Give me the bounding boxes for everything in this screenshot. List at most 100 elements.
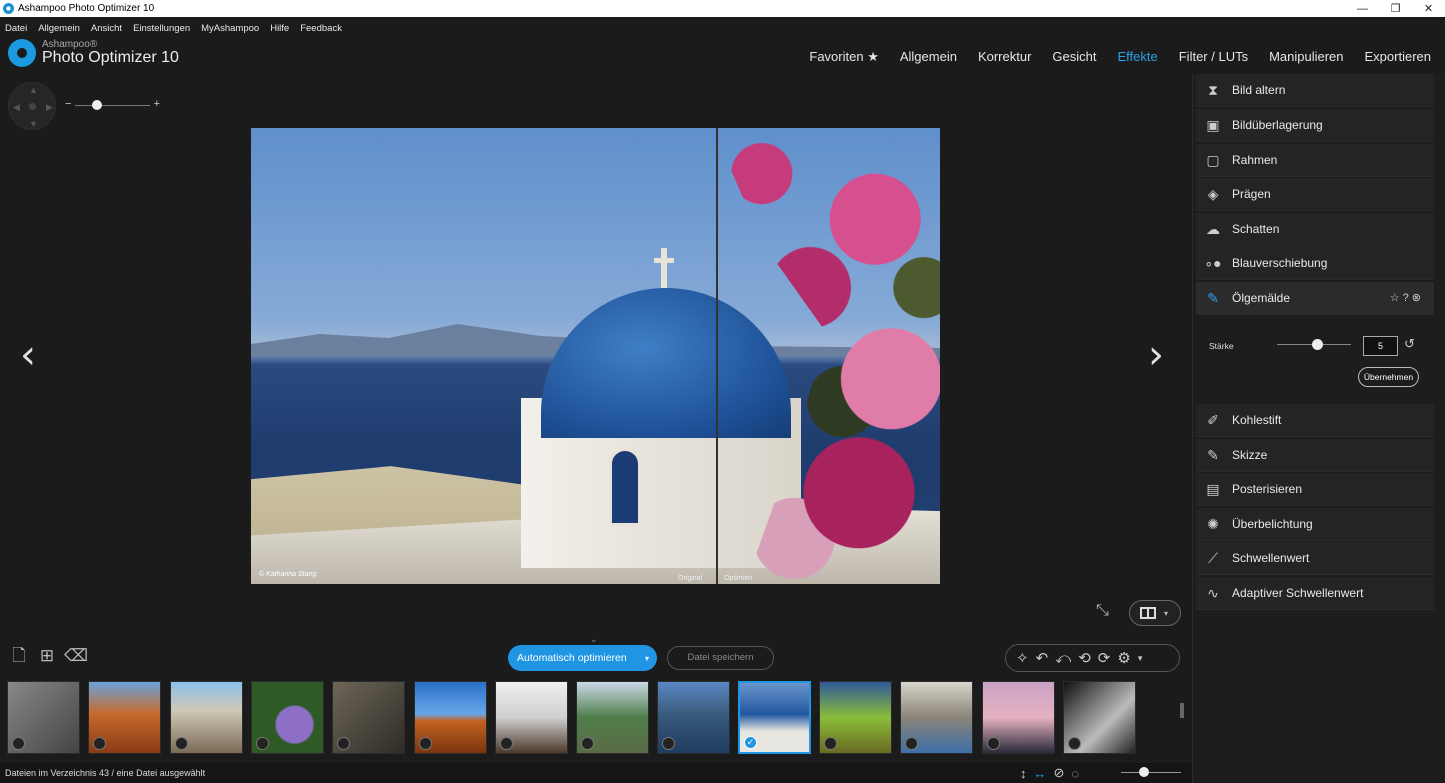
thumbnail[interactable] xyxy=(576,681,649,754)
favorite-star-icon[interactable]: ☆ xyxy=(1390,292,1403,304)
thumbnail[interactable] xyxy=(88,681,161,754)
thumbnail[interactable] xyxy=(1063,681,1136,754)
thumbnail[interactable] xyxy=(819,681,892,754)
thumbnail[interactable] xyxy=(495,681,568,754)
thumbnail[interactable] xyxy=(170,681,243,754)
select-circle-icon[interactable] xyxy=(905,737,918,750)
collapse-filmstrip-icon[interactable]: ⌄ xyxy=(590,634,598,645)
select-circle-icon[interactable] xyxy=(500,737,513,750)
thumbnail-size-slider[interactable] xyxy=(1121,767,1181,777)
shrink-icon[interactable]: ⤡ xyxy=(1096,602,1109,620)
select-circle-icon[interactable] xyxy=(824,737,837,750)
fit-horizontal-icon[interactable]: ↔ xyxy=(1034,766,1047,781)
zoom-out-icon[interactable]: − xyxy=(65,98,71,110)
clear-brush-icon[interactable]: ⌫ xyxy=(64,645,88,667)
select-circle-icon[interactable] xyxy=(256,737,269,750)
select-circle-icon[interactable] xyxy=(93,737,106,750)
strength-input[interactable]: 5 xyxy=(1363,336,1398,356)
menu-myashampoo[interactable]: MyAshampoo xyxy=(201,23,259,34)
menu-einstellungen[interactable]: Einstellungen xyxy=(133,23,190,34)
nav-filter-luts[interactable]: Filter / LUTs xyxy=(1179,49,1248,65)
thumbnail[interactable] xyxy=(251,681,324,754)
rotate-left-icon[interactable]: ⟲ xyxy=(1078,649,1091,667)
effect-ueberbelichtung[interactable]: ✺ Überbelichtung xyxy=(1196,508,1434,541)
nav-allgemein[interactable]: Allgemein xyxy=(900,49,957,65)
check-icon[interactable]: ✓ xyxy=(744,736,757,749)
select-circle-icon[interactable] xyxy=(662,737,675,750)
auto-optimize-button[interactable]: Automatisch optimieren ▾ xyxy=(508,645,657,671)
reset-icon[interactable]: ↺ xyxy=(1404,336,1415,352)
thumbnail-selected[interactable]: ✓ xyxy=(738,681,811,754)
effect-schatten[interactable]: ☁ Schatten xyxy=(1196,213,1434,246)
menu-hilfe[interactable]: Hilfe xyxy=(270,23,289,34)
add-folder-icon[interactable]: ⊞ xyxy=(36,645,58,667)
effect-rahmen[interactable]: ▢ Rahmen xyxy=(1196,144,1434,177)
chevron-down-icon[interactable]: ▾ xyxy=(645,654,649,663)
effect-skizze[interactable]: ✎ Skizze xyxy=(1196,439,1434,472)
restore-button[interactable]: ❐ xyxy=(1379,0,1412,17)
effect-bildueberlagerung[interactable]: ▣ Bildüberlagerung xyxy=(1196,109,1434,142)
nav-favoriten[interactable]: Favoriten ★ xyxy=(809,49,878,65)
effect-oelgemaelde[interactable]: ✎ Ölgemälde ☆?⊗ xyxy=(1196,282,1434,315)
menu-feedback[interactable]: Feedback xyxy=(300,23,342,34)
effect-schwellenwert[interactable]: ⟋ Schwellenwert xyxy=(1196,542,1434,575)
zoom-in-icon[interactable]: + xyxy=(154,98,160,110)
thumbnail[interactable] xyxy=(414,681,487,754)
select-circle-icon[interactable] xyxy=(12,737,25,750)
add-file-icon[interactable]: 🗋 xyxy=(8,645,30,667)
nav-effekte[interactable]: Effekte xyxy=(1118,49,1158,65)
thumbnail[interactable] xyxy=(900,681,973,754)
photo-preview[interactable]: © Katharina Stang Original Optimiert xyxy=(251,128,940,584)
fit-vertical-icon[interactable]: ↕ xyxy=(1020,766,1027,781)
zoom-slider[interactable]: − + xyxy=(65,98,160,112)
nav-manipulieren[interactable]: Manipulieren xyxy=(1269,49,1343,65)
select-circle-icon[interactable] xyxy=(581,737,594,750)
settings-gear-icon[interactable]: ⚙ xyxy=(1117,649,1130,667)
split-view-icon xyxy=(1140,607,1156,619)
effect-adaptiver-schwellenwert[interactable]: ∿ Adaptiver Schwellenwert xyxy=(1196,577,1434,610)
menu-datei[interactable]: Datei xyxy=(5,23,27,34)
nav-gesicht[interactable]: Gesicht xyxy=(1052,49,1096,65)
next-image-icon[interactable]: › xyxy=(1148,335,1172,375)
compare-view-toggle[interactable]: ▾ xyxy=(1129,600,1181,626)
nav-exportieren[interactable]: Exportieren xyxy=(1365,49,1431,65)
compare-divider[interactable] xyxy=(716,128,718,584)
apply-button[interactable]: Übernehmen xyxy=(1358,367,1419,387)
select-circle-icon[interactable] xyxy=(1068,737,1081,750)
zoom-knob[interactable] xyxy=(92,100,102,110)
help-icon[interactable]: ? xyxy=(1403,292,1412,304)
undo-all-icon[interactable]: ⤺ xyxy=(1055,650,1071,667)
save-file-button[interactable]: Datei speichern xyxy=(667,646,774,670)
effect-praegen[interactable]: ◈ Prägen xyxy=(1196,178,1434,211)
effect-blauverschiebung[interactable]: ∘● Blauverschiebung xyxy=(1196,247,1434,280)
filmstrip-scrollbar[interactable] xyxy=(1180,681,1185,756)
effect-posterisieren[interactable]: ▤ Posterisieren xyxy=(1196,473,1434,506)
effect-kohlestift[interactable]: ✐ Kohlestift xyxy=(1196,404,1434,437)
select-all-icon[interactable]: ⊘ xyxy=(1054,765,1065,781)
thumbnail[interactable] xyxy=(657,681,730,754)
close-button[interactable]: ✕ xyxy=(1412,0,1445,17)
thumbnail[interactable] xyxy=(7,681,80,754)
effect-bild-altern[interactable]: ⧗ Bild altern xyxy=(1196,74,1434,107)
thumbnail[interactable] xyxy=(332,681,405,754)
remove-icon[interactable]: ⊗ xyxy=(1412,292,1424,304)
magic-wand-icon[interactable]: ✧ xyxy=(1016,649,1029,667)
strength-slider[interactable] xyxy=(1312,339,1323,350)
thumbnail[interactable] xyxy=(982,681,1055,754)
select-circle-icon[interactable] xyxy=(419,737,432,750)
menu-allgemein[interactable]: Allgemein xyxy=(38,23,80,34)
select-circle-icon[interactable] xyxy=(987,737,1000,750)
pan-navigator[interactable]: ▲ ▼ ◀ ▶ xyxy=(8,82,56,130)
deselect-icon[interactable]: ◌ xyxy=(1071,766,1079,781)
minimize-button[interactable]: — xyxy=(1346,0,1379,17)
previous-image-icon[interactable]: ‹ xyxy=(20,335,44,375)
select-circle-icon[interactable] xyxy=(175,737,188,750)
chevron-down-icon[interactable]: ▾ xyxy=(1138,653,1143,664)
select-circle-icon[interactable] xyxy=(337,737,350,750)
thumbnail-size-knob[interactable] xyxy=(1139,767,1149,777)
rotate-right-icon[interactable]: ⟳ xyxy=(1098,649,1111,667)
scrollbar-thumb[interactable] xyxy=(1180,703,1184,718)
nav-korrektur[interactable]: Korrektur xyxy=(978,49,1031,65)
undo-icon[interactable]: ↶ xyxy=(1036,649,1049,667)
menu-ansicht[interactable]: Ansicht xyxy=(91,23,122,34)
